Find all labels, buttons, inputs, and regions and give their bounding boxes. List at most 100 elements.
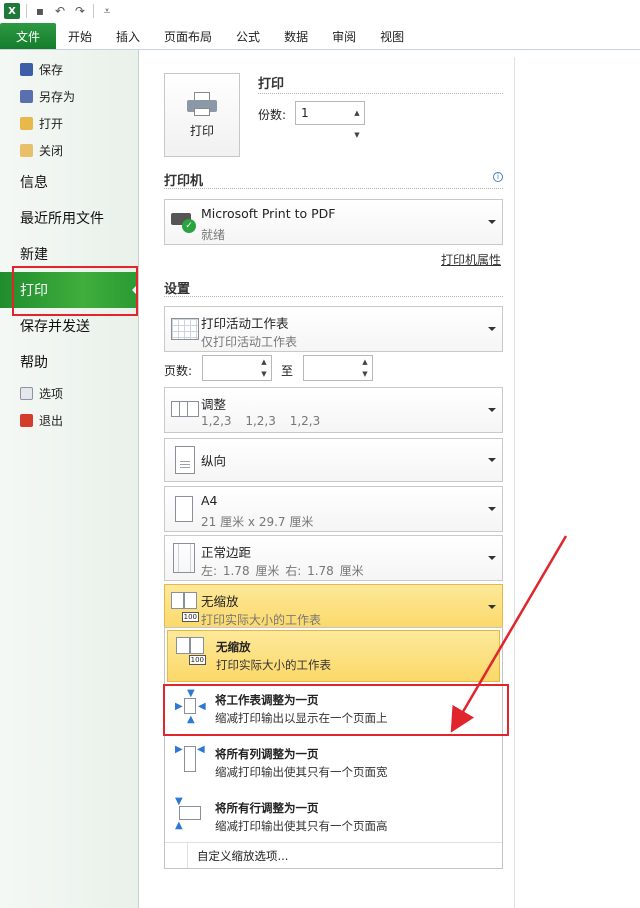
pages-to-spinner[interactable]: ▲ ▼ xyxy=(358,356,372,380)
annotation-box-fit-sheet xyxy=(163,684,509,736)
menu-item-title: 将所有列调整为一页 xyxy=(215,747,319,761)
margins-icon xyxy=(173,543,195,573)
print-section-title: 打印 xyxy=(258,77,285,92)
copies-input[interactable]: 1 ▲ ▼ xyxy=(295,101,365,139)
scaling-menu: 100 无缩放 打印实际大小的工作表 ▼ ▲ ▶ ◀ 将工作表调整为一页 缩减打… xyxy=(164,627,503,869)
printer-status: 就绪 xyxy=(201,228,226,242)
collate-dropdown[interactable]: 调整 1,2,3 1,2,3 1,2,3 xyxy=(164,387,503,433)
print-button[interactable]: 打印 xyxy=(164,73,240,157)
exit-icon xyxy=(20,414,33,427)
paper-desc: 21 厘米 x 29.7 厘米 xyxy=(201,515,314,529)
tab-view[interactable]: 视图 xyxy=(368,23,416,49)
nav-options[interactable]: 选项 xyxy=(0,380,138,407)
pages-to-label: 至 xyxy=(281,364,294,378)
pages-from-input[interactable]: ▲ ▼ xyxy=(202,355,272,381)
scaling-dropdown[interactable]: 100 无缩放 打印实际大小的工作表 xyxy=(164,584,503,630)
menu-item-fit-columns[interactable]: ▶ ◀ 将所有列调整为一页 缩减打印输出使其只有一个页面宽 xyxy=(175,740,495,790)
margins-dropdown[interactable]: 正常边距 左: 1.78 厘米 右: 1.78 厘米 xyxy=(164,535,503,581)
save-as-icon xyxy=(20,90,33,103)
scaling-desc: 打印实际大小的工作表 xyxy=(201,613,322,627)
collate-icon xyxy=(171,399,199,421)
paper-title: A4 xyxy=(201,493,218,508)
chevron-down-icon xyxy=(488,605,496,609)
menu-item-desc: 缩减打印输出使其只有一个页面宽 xyxy=(215,765,388,779)
nav-open[interactable]: 打开 xyxy=(0,110,138,137)
undo-icon[interactable]: ↶ xyxy=(53,4,67,18)
orientation-title: 纵向 xyxy=(201,453,227,469)
tab-home[interactable]: 开始 xyxy=(56,23,104,49)
print-what-title: 打印活动工作表 xyxy=(201,316,289,331)
fit-columns-icon: ▶ ◀ xyxy=(175,744,205,776)
tab-insert[interactable]: 插入 xyxy=(104,23,152,49)
backstage-nav: 保存 另存为 打开 关闭 信息 最近所用文件 新建 打印 保存并发送 帮助 选项… xyxy=(0,50,139,908)
menu-item-desc: 打印实际大小的工作表 xyxy=(216,658,331,672)
printer-section-title: 打印机 xyxy=(164,174,204,189)
ribbon-tabs: 文件 开始 插入 页面布局 公式 数据 审阅 视图 xyxy=(0,22,640,50)
print-button-label: 打印 xyxy=(189,123,214,138)
pages-label: 页数: xyxy=(164,364,193,378)
printer-name: Microsoft Print to PDF xyxy=(201,206,336,221)
pages-from-spinner[interactable]: ▲ ▼ xyxy=(257,356,271,380)
customize-toolbar-icon[interactable]: ⩡ xyxy=(100,4,114,18)
divider xyxy=(258,93,503,94)
divider xyxy=(164,296,503,297)
menu-item-title: 无缩放 xyxy=(216,640,251,654)
print-what-dropdown[interactable]: 打印活动工作表 仅打印活动工作表 xyxy=(164,306,503,352)
pages-to-input[interactable]: ▲ ▼ xyxy=(303,355,373,381)
nav-info[interactable]: 信息 xyxy=(0,164,138,200)
tab-page-layout[interactable]: 页面布局 xyxy=(152,23,224,49)
options-icon xyxy=(20,387,33,400)
settings-section-title: 设置 xyxy=(164,282,191,297)
redo-icon[interactable]: ↷ xyxy=(73,4,87,18)
nav-close[interactable]: 关闭 xyxy=(0,137,138,164)
menu-item-desc: 缩减打印输出使其只有一个页面高 xyxy=(215,819,388,833)
folder-close-icon xyxy=(20,144,33,157)
paper-size-dropdown[interactable]: A4 21 厘米 x 29.7 厘米 xyxy=(164,486,503,532)
scaling-menu-item-selected[interactable]: 100 无缩放 打印实际大小的工作表 xyxy=(167,630,500,682)
chevron-down-icon xyxy=(488,458,496,462)
nav-close-label: 关闭 xyxy=(39,144,64,158)
printer-icon xyxy=(187,91,217,116)
nav-save-as[interactable]: 另存为 xyxy=(0,83,138,110)
nav-save-as-label: 另存为 xyxy=(39,90,76,104)
scale-100-badge: 100 xyxy=(188,655,206,665)
nav-recent[interactable]: 最近所用文件 xyxy=(0,200,138,236)
nav-open-label: 打开 xyxy=(39,117,64,131)
printer-ready-icon: ✓ xyxy=(171,209,199,235)
chevron-down-icon xyxy=(488,327,496,331)
tab-file[interactable]: 文件 xyxy=(0,23,56,49)
tab-data[interactable]: 数据 xyxy=(272,23,320,49)
paper-icon xyxy=(175,496,193,522)
no-scaling-icon: 100 xyxy=(171,592,199,622)
nav-exit[interactable]: 退出 xyxy=(0,407,138,434)
no-scaling-icon: 100 xyxy=(176,637,206,669)
printer-dropdown[interactable]: ✓ Microsoft Print to PDF 就绪 xyxy=(164,199,503,245)
save-icon[interactable]: ▪ xyxy=(33,4,47,18)
quick-access-toolbar: X ▪ ↶ ↷ ⩡ xyxy=(0,0,640,22)
nav-save-label: 保存 xyxy=(39,63,64,77)
scaling-title: 无缩放 xyxy=(201,594,239,609)
divider xyxy=(164,188,503,189)
copies-spinner[interactable]: ▲ ▼ xyxy=(350,102,364,139)
tab-review[interactable]: 审阅 xyxy=(320,23,368,49)
portrait-icon xyxy=(175,446,195,474)
tab-formulas[interactable]: 公式 xyxy=(224,23,272,49)
chevron-down-icon xyxy=(488,507,496,511)
orientation-dropdown[interactable]: 纵向 xyxy=(164,438,503,482)
worksheet-icon xyxy=(171,318,199,340)
info-icon[interactable]: i xyxy=(493,172,503,182)
margins-desc: 左: 1.78 厘米 右: 1.78 厘米 xyxy=(201,564,364,578)
menu-item-title: 将所有行调整为一页 xyxy=(215,801,319,815)
nav-save[interactable]: 保存 xyxy=(0,56,138,83)
custom-scaling-options[interactable]: 自定义缩放选项... xyxy=(165,842,502,868)
print-what-desc: 仅打印活动工作表 xyxy=(201,335,298,349)
margins-title: 正常边距 xyxy=(201,545,252,560)
nav-options-label: 选项 xyxy=(39,387,64,401)
save-icon xyxy=(20,63,33,76)
menu-item-fit-rows[interactable]: ▼ ▲ 将所有行调整为一页 缩减打印输出使其只有一个页面高 xyxy=(175,794,495,844)
menu-item-no-scaling[interactable]: 100 无缩放 打印实际大小的工作表 xyxy=(176,633,496,683)
printer-properties-link[interactable]: 打印机属性 xyxy=(441,251,501,268)
nav-help[interactable]: 帮助 xyxy=(0,344,138,380)
excel-logo-icon: X xyxy=(4,3,20,19)
nav-exit-label: 退出 xyxy=(39,414,64,428)
